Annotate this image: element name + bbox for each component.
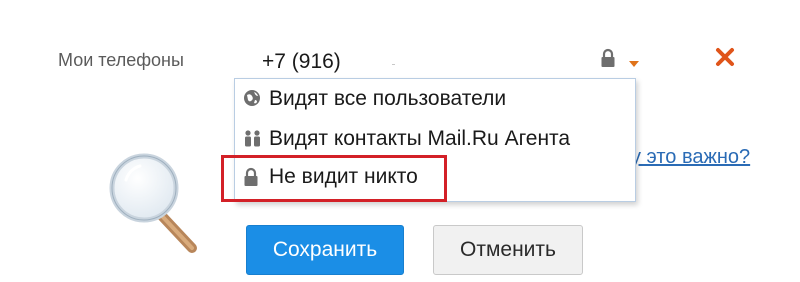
privacy-option-label: Видят контакты Mail.Ru Агента xyxy=(269,127,571,150)
lock-icon xyxy=(244,167,258,186)
phone-number[interactable]: +7 (916) xyxy=(262,50,341,74)
privacy-option-all-users[interactable]: Видят все пользователи xyxy=(235,83,633,119)
save-button[interactable]: Сохранить xyxy=(246,225,404,275)
magnifier-icon xyxy=(109,153,197,253)
privacy-dropdown-toggle[interactable] xyxy=(600,46,644,72)
phone-number-faint-mark xyxy=(392,64,395,65)
remove-phone-icon[interactable] xyxy=(714,46,736,68)
phones-label: Мои телефоны xyxy=(58,50,184,70)
chevron-down-icon xyxy=(629,61,639,67)
contacts-icon xyxy=(245,130,260,147)
why-important-link[interactable]: у это важно? xyxy=(631,146,750,169)
privacy-option-nobody[interactable]: Не видит никто xyxy=(235,161,633,197)
privacy-dropdown-menu: Видят все пользователи Видят контакты Ma… xyxy=(234,78,636,202)
lock-icon xyxy=(601,48,615,67)
privacy-option-agent-contacts[interactable]: Видят контакты Mail.Ru Агента xyxy=(235,123,633,159)
privacy-option-label: Не видит никто xyxy=(269,165,418,188)
privacy-option-label: Видят все пользователи xyxy=(269,87,507,110)
globe-icon xyxy=(244,90,260,106)
cancel-button[interactable]: Отменить xyxy=(433,225,583,275)
